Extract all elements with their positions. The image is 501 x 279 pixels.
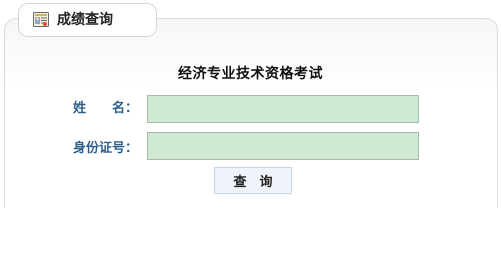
query-button[interactable]: 查 询 <box>214 167 292 194</box>
id-number-input[interactable] <box>147 132 419 160</box>
name-label: 姓 名： <box>73 101 139 116</box>
exam-title: 经济专业技术资格考试 <box>178 66 323 82</box>
panel-title: 成绩查询 <box>57 12 113 28</box>
name-input[interactable] <box>147 95 419 123</box>
certificate-icon <box>33 12 49 27</box>
panel-tab: 成绩查询 <box>18 3 157 37</box>
id-number-label: 身份证号： <box>73 141 139 156</box>
